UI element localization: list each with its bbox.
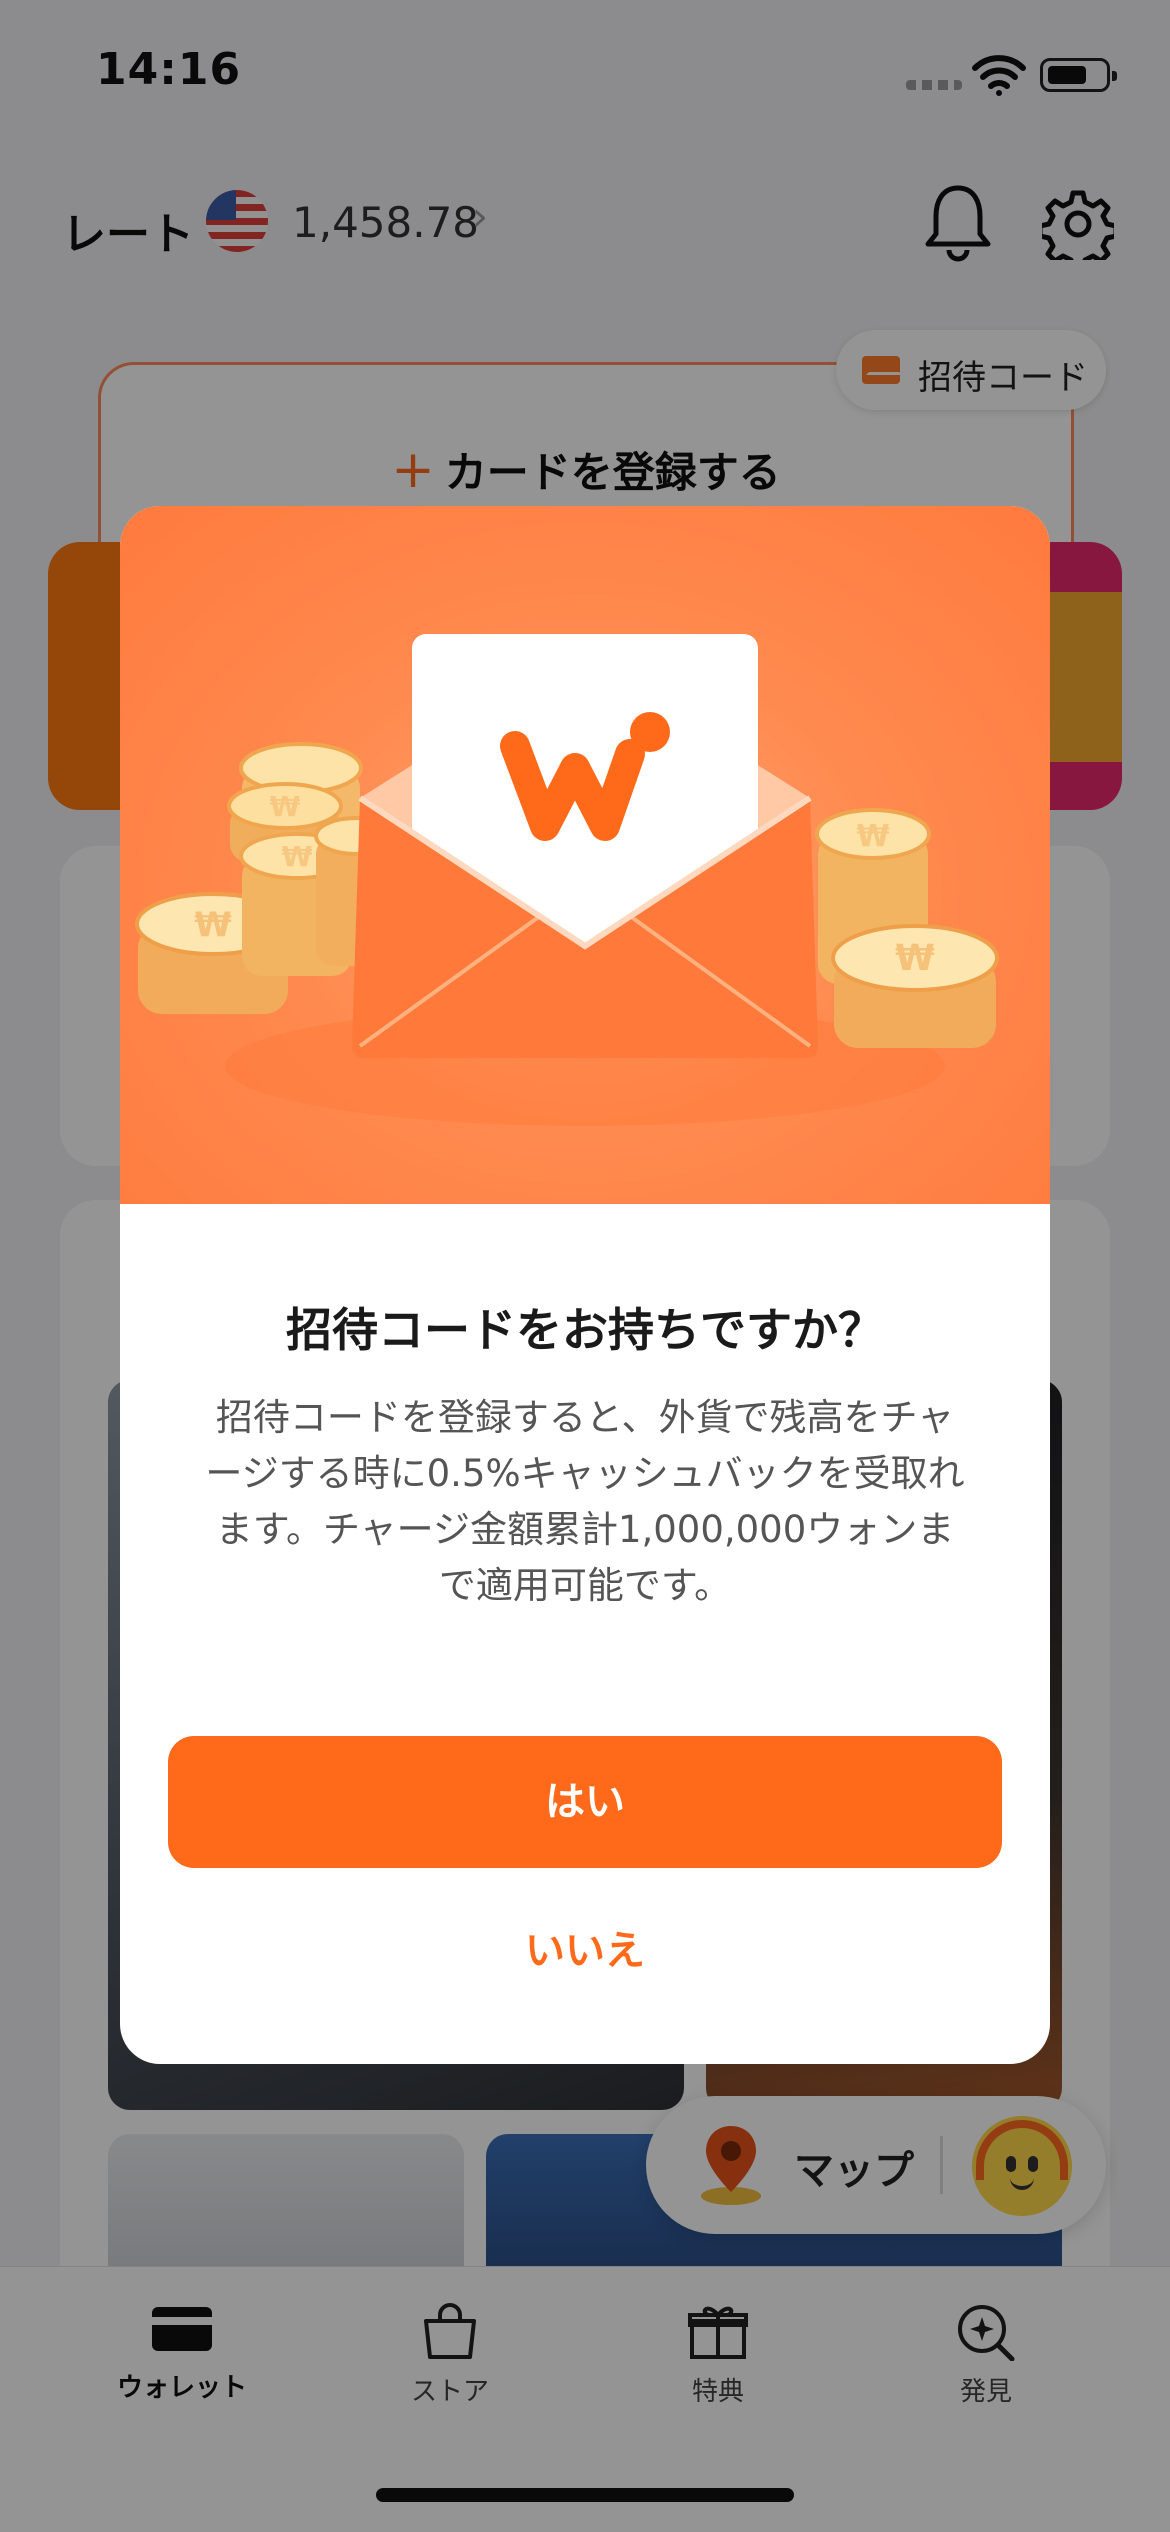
svg-text:₩: ₩ [270, 790, 301, 823]
svg-text:₩: ₩ [856, 819, 889, 854]
invite-illustration: ₩ ₩ ₩ ₩ ₩ [120, 506, 1050, 1204]
coin-stack-icon: ₩ ₩ [815, 808, 999, 1048]
envelope-icon [352, 634, 818, 1058]
dialog-title: 招待コードをお持ちですか？ [286, 1303, 884, 1357]
svg-text:₩: ₩ [194, 905, 232, 945]
envelope-coins-illustration: ₩ ₩ ₩ ₩ ₩ [135, 634, 999, 1126]
no-button[interactable]: いいえ [435, 1906, 735, 1996]
invite-code-dialog: ₩ ₩ ₩ ₩ ₩ 招待コードをお持ちですか？ 招待コードを登録すると、外貨で残… [120, 506, 1050, 2064]
dialog-body: 招待コードを登録すると、外貨で残高をチャージする時に0.5%キャッシュバックを受… [205, 1396, 965, 1607]
svg-text:₩: ₩ [282, 840, 313, 873]
yes-button[interactable]: はい [168, 1736, 1002, 1868]
svg-text:₩: ₩ [895, 938, 935, 979]
